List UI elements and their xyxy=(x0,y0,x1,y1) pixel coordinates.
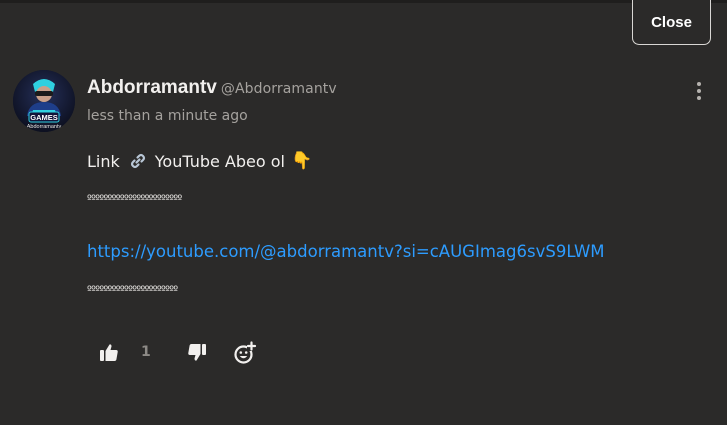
comment-text-youtube: YouTube Abeo ol xyxy=(154,151,285,171)
author-name-text[interactable]: Abdorramantv xyxy=(87,77,217,98)
close-button[interactable]: Close xyxy=(632,0,711,45)
comment-timestamp: less than a minute ago xyxy=(87,108,248,124)
thumbs-down-icon[interactable] xyxy=(187,343,207,362)
link-emoji-icon xyxy=(129,152,147,170)
avatar-games-text: GAMES xyxy=(30,113,58,122)
avatar-subtext: Abdorramantv xyxy=(27,124,62,130)
thumbs-up-icon[interactable] xyxy=(99,343,119,362)
avatar[interactable]: GAMES Abdorramantv xyxy=(13,70,75,132)
author-handle[interactable]: @Abdorramantv xyxy=(221,81,337,97)
pointing-down-emoji: 👇 xyxy=(290,151,313,171)
author-name[interactable]: Abdorramantv @Abdorramantv xyxy=(87,77,337,99)
comment-text-link: Link xyxy=(87,151,120,171)
more-options-icon[interactable] xyxy=(692,82,706,102)
add-reaction-icon[interactable] xyxy=(233,341,257,365)
like-count: 1 xyxy=(141,344,151,360)
avatar-image: GAMES Abdorramantv xyxy=(13,70,75,132)
comment-line-1: Link YouTube Abeo ol 👇 xyxy=(87,151,312,171)
top-divider xyxy=(0,0,727,3)
youtube-link[interactable]: https://youtube.com/@abdorramantv?si=cAU… xyxy=(87,242,605,261)
decorative-dots-line-1: ººººººººººººººººººººººº xyxy=(87,194,182,205)
decorative-dots-line-2: ºººººººººººººººººººººº xyxy=(87,285,178,296)
